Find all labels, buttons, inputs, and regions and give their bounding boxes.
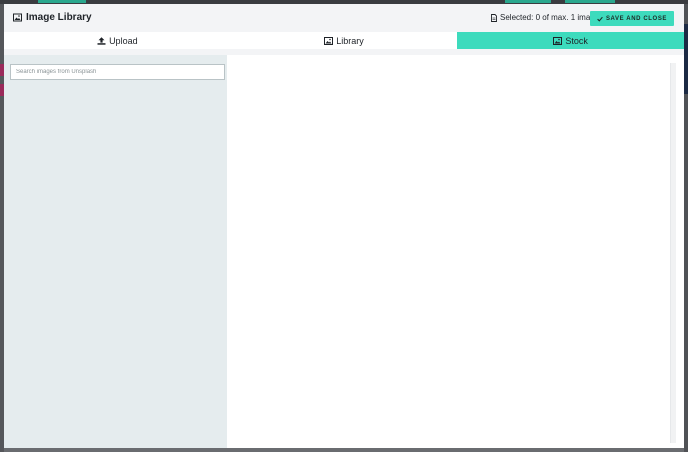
tab-library-label: Library bbox=[336, 35, 364, 46]
image-icon bbox=[553, 36, 563, 45]
selection-counter: Selected: 0 of max. 1 image bbox=[491, 13, 599, 22]
modal-header: Image Library Selected: 0 of max. 1 imag… bbox=[4, 4, 684, 32]
save-and-close-label: SAVE AND CLOSE bbox=[605, 15, 668, 22]
background-chip bbox=[505, 0, 551, 3]
background-chip bbox=[38, 0, 86, 3]
stock-sidebar bbox=[4, 55, 227, 448]
stock-results-panel bbox=[227, 55, 684, 448]
upload-icon bbox=[97, 36, 106, 45]
image-icon bbox=[324, 36, 334, 45]
modal-title-text: Image Library bbox=[26, 12, 92, 23]
check-icon bbox=[597, 16, 603, 22]
selection-counter-text: Selected: 0 of max. 1 image bbox=[500, 13, 600, 22]
tab-library[interactable]: Library bbox=[231, 32, 458, 49]
tab-upload[interactable]: Upload bbox=[4, 32, 231, 49]
file-icon bbox=[491, 13, 497, 22]
modal-title: Image Library bbox=[13, 12, 92, 23]
tab-stock[interactable]: Stock bbox=[457, 32, 684, 49]
image-library-modal: Image Library Selected: 0 of max. 1 imag… bbox=[4, 4, 684, 448]
unsplash-search-input[interactable] bbox=[10, 64, 225, 80]
results-scrollbar[interactable] bbox=[670, 63, 676, 443]
background-chip bbox=[565, 0, 615, 3]
image-icon bbox=[13, 13, 22, 22]
tab-bar: Upload Library Stock bbox=[4, 32, 684, 49]
tab-stock-label: Stock bbox=[565, 35, 588, 46]
tab-upload-label: Upload bbox=[109, 35, 138, 46]
background-page-marker bbox=[684, 24, 688, 94]
save-and-close-button[interactable]: SAVE AND CLOSE bbox=[590, 11, 674, 26]
